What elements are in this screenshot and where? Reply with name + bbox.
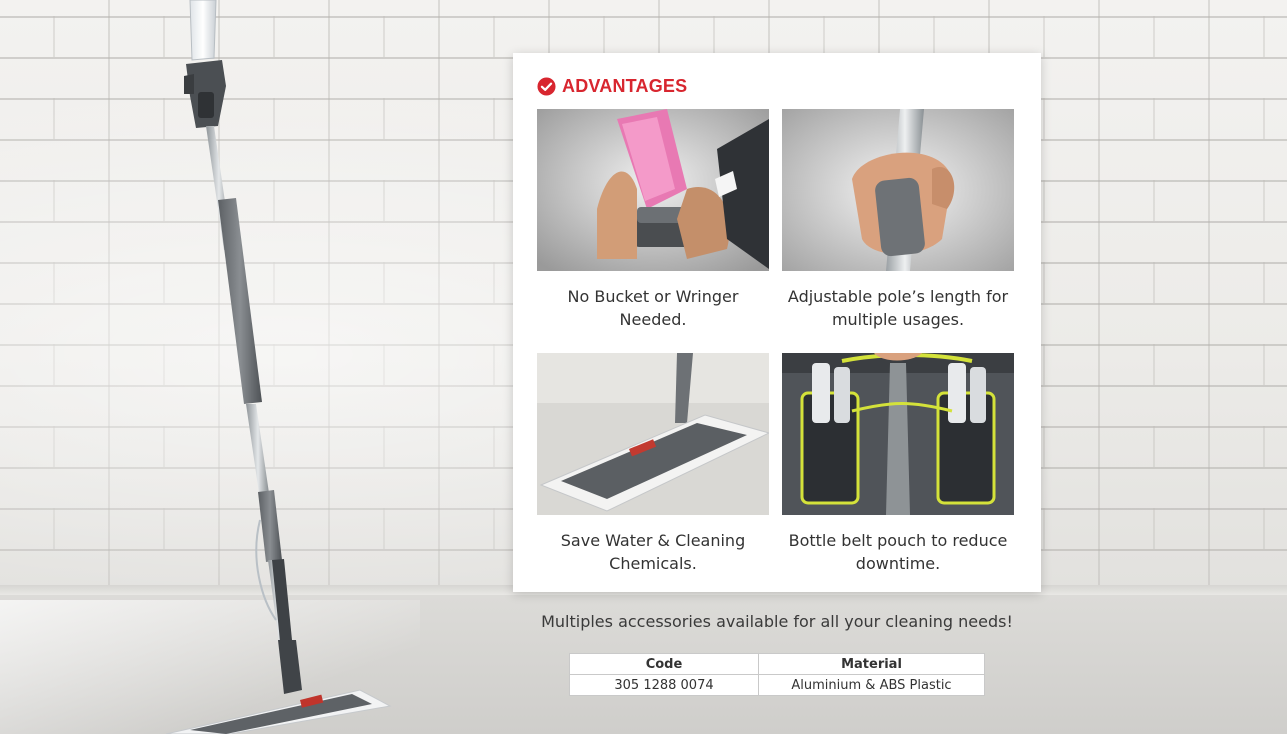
cell-code: 305 1288 0074 — [569, 674, 759, 696]
spray-mop-image — [165, 0, 392, 734]
advantage-item: Save Water & Cleaning Chemicals. — [537, 353, 769, 597]
column-header-material: Material — [758, 653, 985, 675]
advantage-caption: No Bucket or Wringer Needed. — [567, 287, 739, 329]
mop-on-floor-photo — [537, 353, 769, 515]
bottle-belt-pouch-photo — [782, 353, 1014, 515]
table-header-row: Code Material — [569, 653, 985, 675]
advantages-grid: No Bucket or Wringer Needed. Adjustable … — [537, 109, 1014, 597]
hand-gripping-pole-photo — [782, 109, 1014, 271]
advantage-item: Adjustable pole’s length for multiple us… — [782, 109, 1014, 353]
table-row: 305 1288 0074 Aluminium & ABS Plastic — [569, 674, 985, 696]
advantage-caption: Save Water & Cleaning Chemicals. — [560, 531, 746, 573]
cell-material: Aluminium & ABS Plastic — [758, 674, 985, 696]
advantage-caption: Adjustable pole’s length for multiple us… — [787, 287, 1009, 329]
product-page: ADVANTAGES No Bucket or Wringer Needed. … — [0, 0, 1287, 734]
advantages-heading: ADVANTAGES — [537, 75, 1017, 97]
check-circle-icon — [537, 76, 556, 96]
column-header-code: Code — [569, 653, 759, 675]
advantages-title: ADVANTAGES — [562, 75, 688, 96]
hand-twisting-bottle-photo — [537, 109, 769, 271]
advantages-card: ADVANTAGES No Bucket or Wringer Needed. … — [513, 53, 1041, 592]
spec-table: Code Material 305 1288 0074 Aluminium & … — [569, 653, 985, 696]
advantage-caption: Bottle belt pouch to reduce downtime. — [788, 531, 1008, 573]
advantage-item: No Bucket or Wringer Needed. — [537, 109, 769, 353]
advantage-item: Bottle belt pouch to reduce downtime. — [782, 353, 1014, 597]
tagline: Multiples accessories available for all … — [541, 612, 1013, 631]
